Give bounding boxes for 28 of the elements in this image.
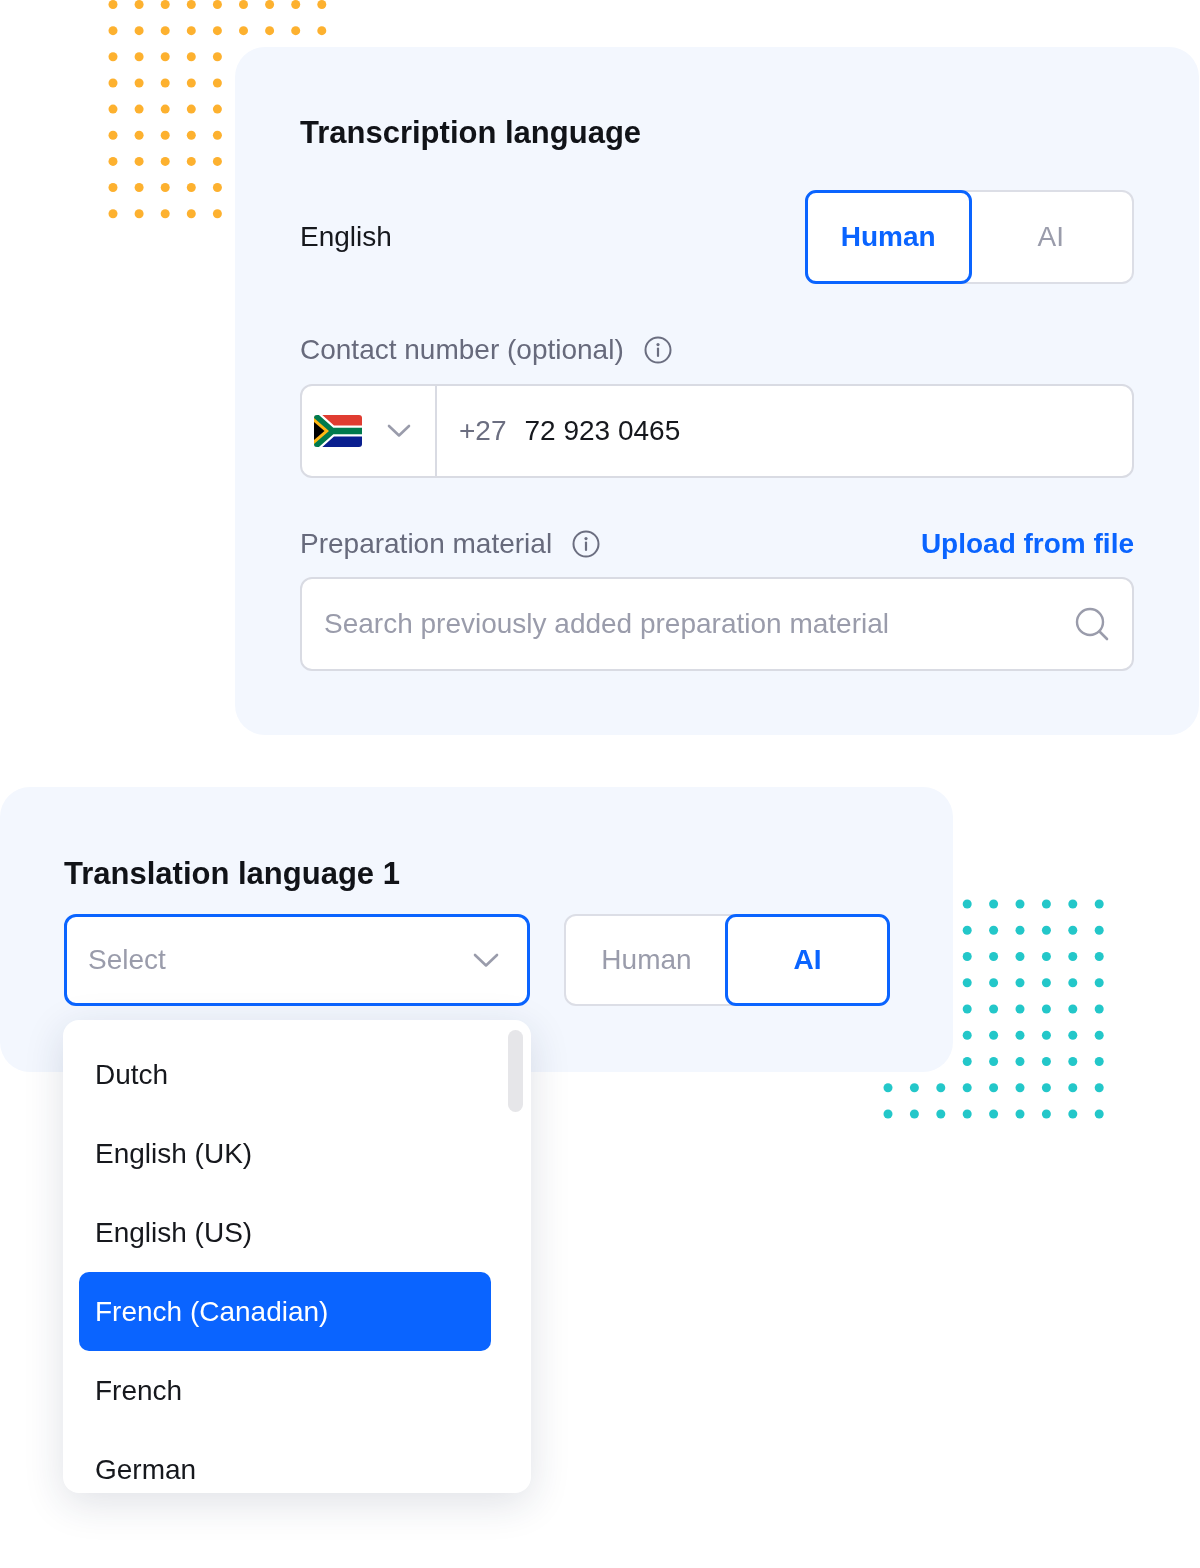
- search-icon: [1075, 607, 1109, 641]
- mode-toggle[interactable]: Human AI: [564, 914, 890, 1006]
- section-title: Transcription language: [300, 115, 643, 151]
- dropdown-option[interactable]: English (UK): [79, 1114, 491, 1193]
- dropdown-option[interactable]: French (Canadian): [79, 1272, 491, 1351]
- phone-field[interactable]: +27 72 923 0465: [300, 384, 1134, 478]
- field-label: Contact number (optional): [300, 334, 624, 366]
- dropdown-option[interactable]: German: [79, 1430, 491, 1493]
- dropdown-option[interactable]: French: [79, 1351, 491, 1430]
- mode-option[interactable]: AI: [725, 914, 890, 1006]
- field-label: Preparation material: [300, 528, 553, 560]
- phone-number: 72 923 0465: [524, 415, 681, 447]
- info-icon[interactable]: [572, 530, 601, 558]
- chevron-icon: [387, 424, 411, 438]
- section-title: Translation language 1: [64, 856, 401, 892]
- language-name: English: [300, 220, 392, 254]
- dropdown-option[interactable]: Dutch: [79, 1035, 491, 1114]
- flag-icon: [314, 415, 362, 447]
- dropdown-option[interactable]: English (US): [79, 1193, 491, 1272]
- language-select[interactable]: Select: [64, 914, 530, 1006]
- upload-link[interactable]: Upload from file: [920, 528, 1134, 560]
- mode-toggle[interactable]: Human AI: [805, 190, 1134, 284]
- scrollbar-thumb[interactable]: [508, 1030, 523, 1112]
- chevron-icon: [473, 952, 499, 968]
- mode-option[interactable]: Human: [805, 190, 972, 284]
- country-code: +27: [459, 415, 507, 447]
- info-icon[interactable]: [643, 336, 672, 364]
- search-field[interactable]: Search previously added preparation material: [300, 577, 1134, 671]
